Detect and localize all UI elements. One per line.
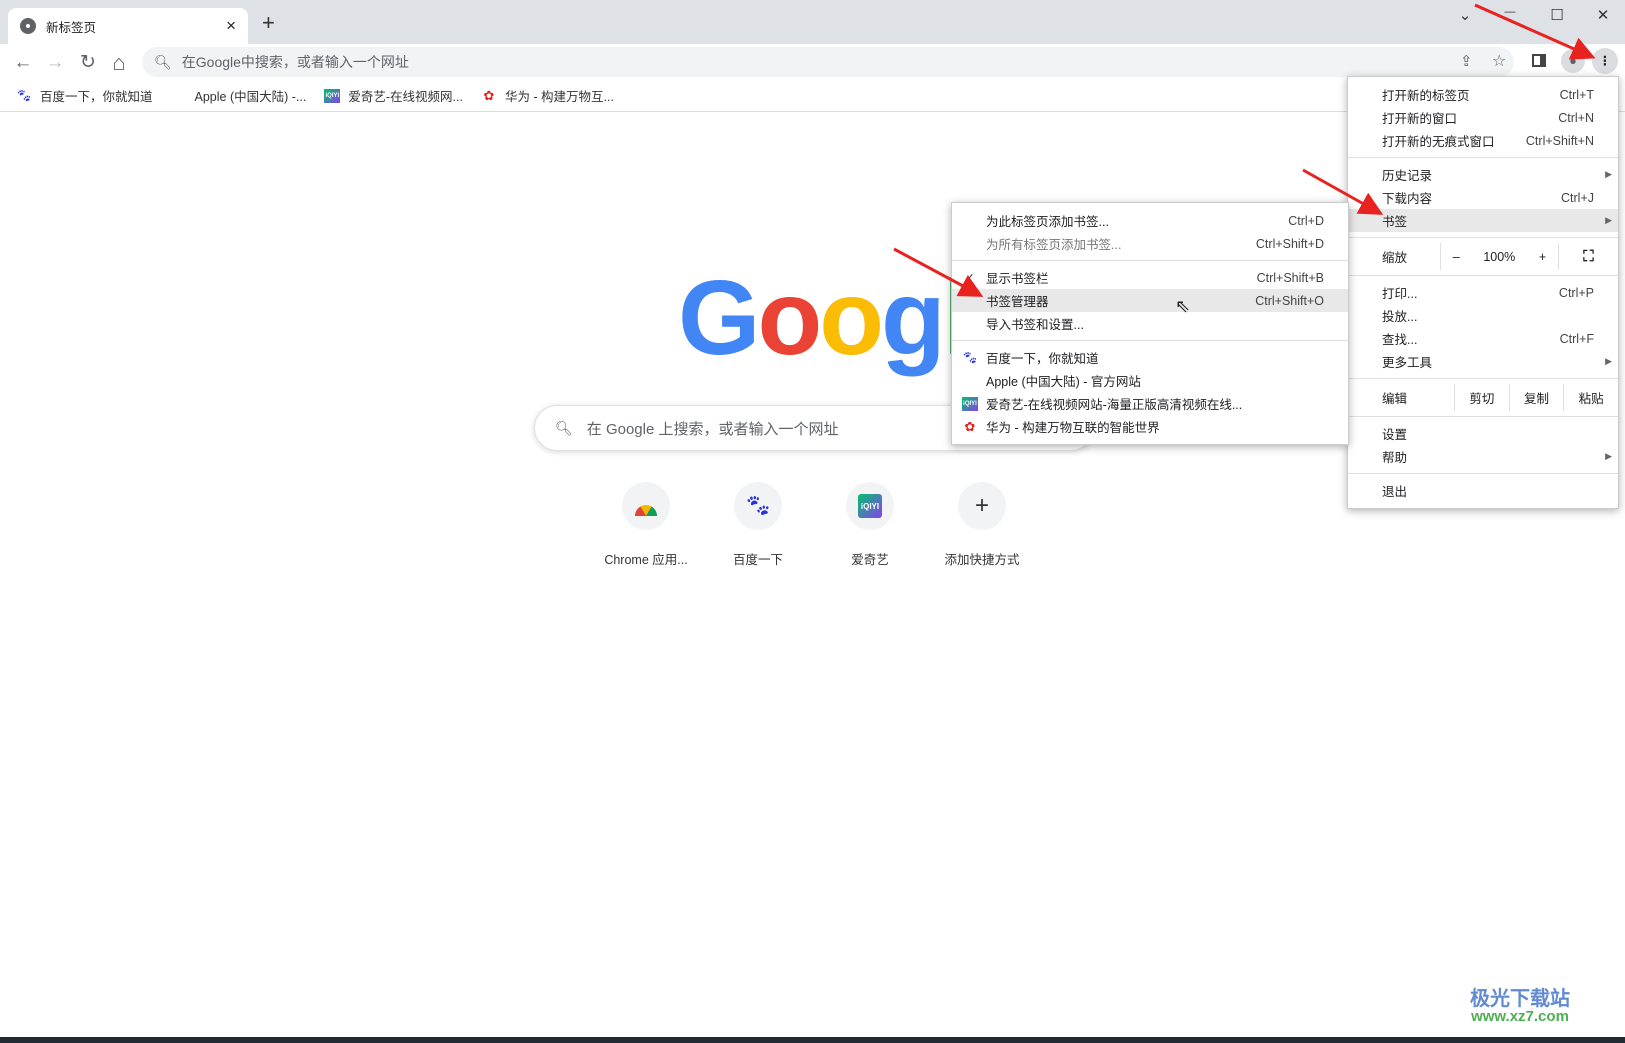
arrow-to-menu-button: [1474, 3, 1596, 60]
taskbar-edge: [0, 1037, 1625, 1043]
arrow-to-bookmarks: [1302, 168, 1384, 215]
annotation-arrows: [893, 3, 1596, 297]
arrow-to-bookmark-manager: [893, 247, 984, 297]
watermark-url: www.xz7.com: [1471, 1008, 1569, 1025]
watermark: 极光下载站 www.xz7.com: [1470, 988, 1570, 1026]
mouse-cursor: ⇖: [1175, 296, 1191, 316]
watermark-text: 极光下载站: [1470, 988, 1570, 1010]
